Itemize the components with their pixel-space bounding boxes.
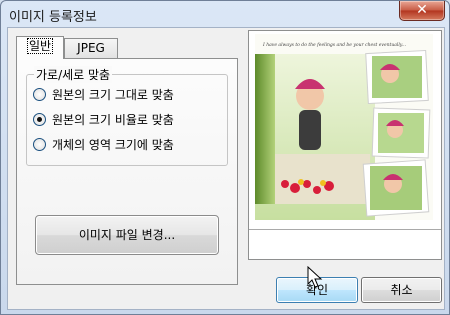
dialog-window: 이미지 등록정보 ✕ 일반 JPEG 가로/세로 맞춤 원본의 크기 그대로 맞… xyxy=(0,0,450,315)
radio-keep-ratio-label: 원본의 크기 비율로 맞춤 xyxy=(52,112,174,127)
tab-jpeg-label: JPEG xyxy=(77,41,105,55)
general-tab-panel: 가로/세로 맞춤 원본의 크기 그대로 맞춤 원본의 크기 비율로 맞춤 개체의… xyxy=(16,58,238,285)
tab-general[interactable]: 일반 xyxy=(16,36,64,59)
close-button[interactable]: ✕ xyxy=(399,1,445,21)
cancel-button[interactable]: 취소 xyxy=(361,277,442,303)
tab-jpeg[interactable]: JPEG xyxy=(64,38,118,58)
close-icon: ✕ xyxy=(416,2,428,18)
radio-object-area-label: 개체의 영역 크기에 맞춤 xyxy=(52,137,174,152)
radio-original-size[interactable]: 원본의 크기 그대로 맞춤 xyxy=(33,85,174,103)
fit-option-group: 가로/세로 맞춤 원본의 크기 그대로 맞춤 원본의 크기 비율로 맞춤 개체의… xyxy=(26,66,228,166)
cancel-button-label: 취소 xyxy=(390,283,413,297)
preview-photo-collage: I have always to do the feelings and be … xyxy=(255,34,433,220)
window-title: 이미지 등록정보 xyxy=(9,10,97,25)
radio-keep-ratio[interactable]: 원본의 크기 비율로 맞춤 xyxy=(33,110,174,128)
radio-circle-icon[interactable] xyxy=(33,87,46,101)
fit-option-legend: 가로/세로 맞춤 xyxy=(34,66,113,83)
mouse-cursor-icon xyxy=(307,266,323,288)
image-preview-frame: I have always to do the feelings and be … xyxy=(248,30,442,260)
preview-divider xyxy=(249,229,441,230)
dialog-body: 일반 JPEG 가로/세로 맞춤 원본의 크기 그대로 맞춤 원본의 크기 비율… xyxy=(7,27,445,310)
radio-original-size-label: 원본의 크기 그대로 맞춤 xyxy=(52,87,174,102)
preview-caption: I have always to do the feelings and be … xyxy=(262,42,407,48)
change-image-file-label: 이미지 파일 변경... xyxy=(78,228,176,242)
tab-general-label: 일반 xyxy=(26,38,54,54)
image-preview: I have always to do the feelings and be … xyxy=(255,34,433,220)
change-image-file-button[interactable]: 이미지 파일 변경... xyxy=(35,215,219,255)
radio-circle-icon[interactable] xyxy=(33,137,46,151)
title-bar[interactable]: 이미지 등록정보 ✕ xyxy=(1,1,449,27)
radio-checked-icon[interactable] xyxy=(33,112,46,126)
radio-object-area[interactable]: 개체의 영역 크기에 맞춤 xyxy=(33,135,174,153)
